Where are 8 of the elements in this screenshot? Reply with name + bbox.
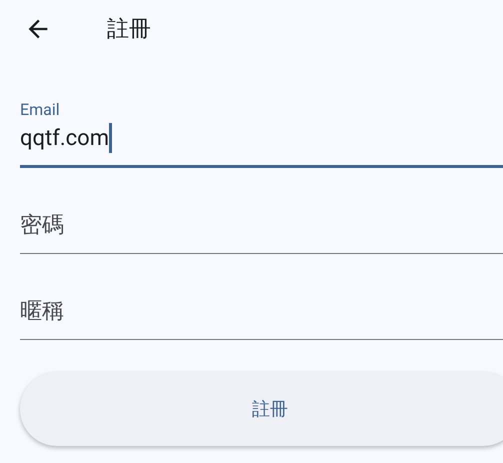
register-button[interactable]: 註冊	[20, 372, 503, 446]
text-field[interactable]: 密碼	[20, 168, 503, 254]
text-field[interactable]: 暱稱	[20, 254, 503, 340]
field-label: Email	[20, 100, 61, 119]
text-cursor	[109, 123, 112, 153]
page-title: 註冊	[107, 16, 151, 44]
email-field[interactable]: Email qqtf.com	[20, 88, 503, 168]
field-value: qqtf.com	[20, 126, 110, 150]
